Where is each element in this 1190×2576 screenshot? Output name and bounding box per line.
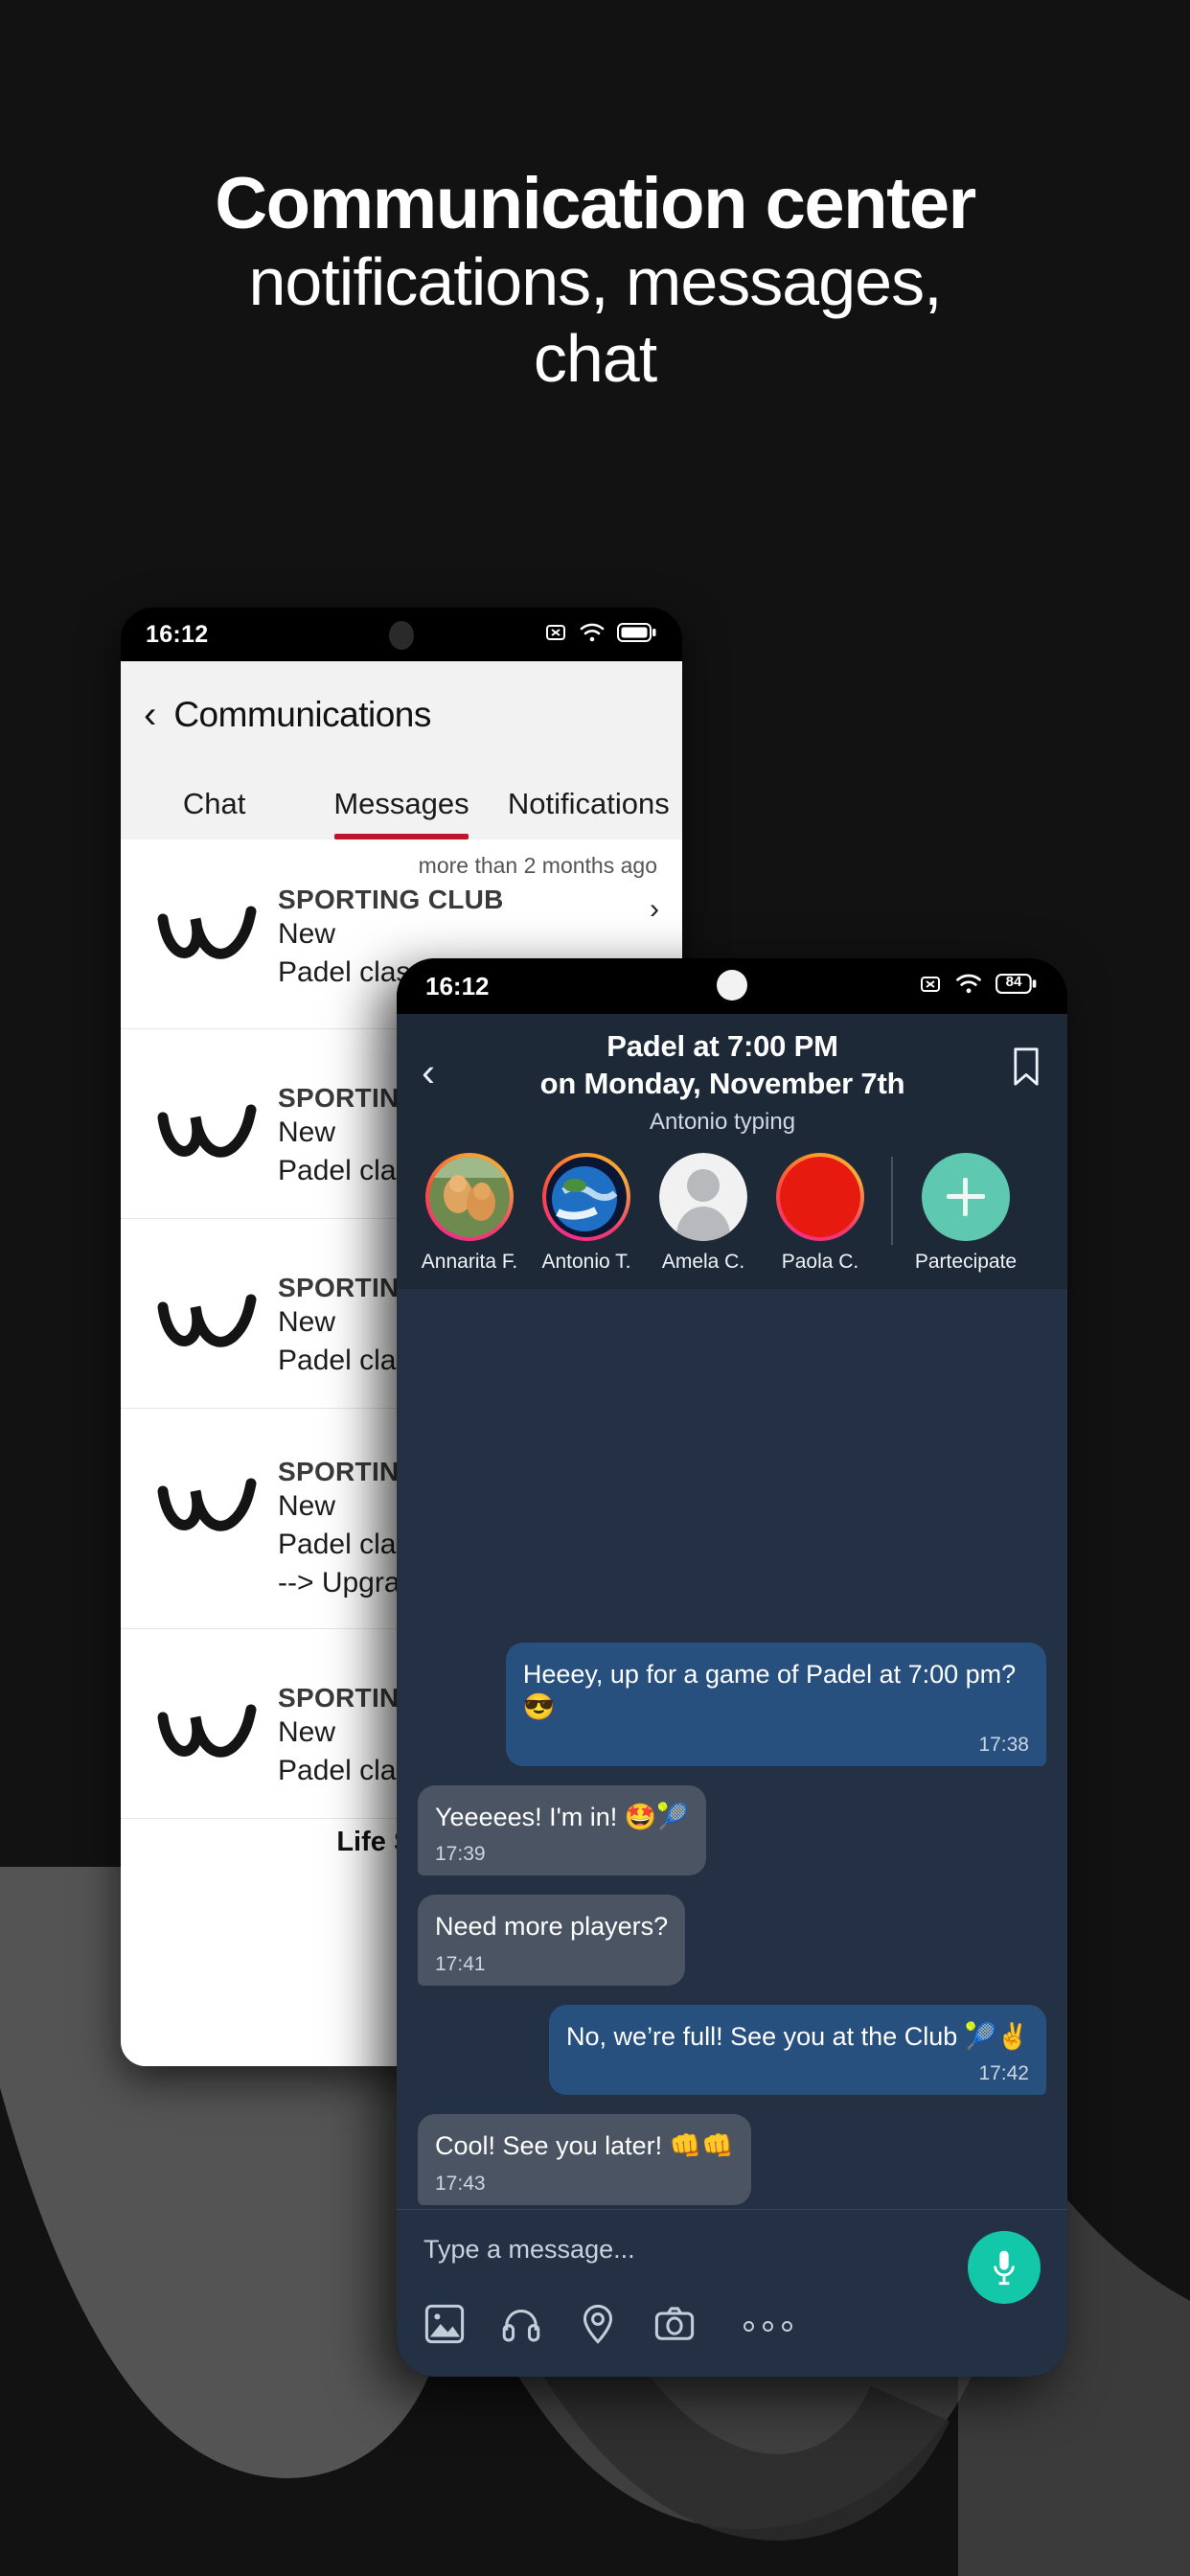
- sim-off-icon: [918, 973, 943, 1000]
- participant-name: Annarita F.: [421, 1250, 518, 1273]
- participant-annarita[interactable]: Annarita F.: [418, 1152, 521, 1274]
- message-text: Need more players?: [435, 1912, 669, 1942]
- back-button[interactable]: ‹: [422, 1052, 435, 1092]
- chevron-right-icon: ›: [650, 893, 659, 925]
- club-logo-icon: [146, 1681, 268, 1763]
- message-time: 17:43: [435, 2173, 486, 2195]
- participant-name: Antonio T.: [541, 1250, 631, 1273]
- back-button[interactable]: ‹: [144, 696, 156, 734]
- message-row: Cool! See you later! 👊👊 17:43: [418, 2114, 1046, 2205]
- club-logo-icon: [146, 1455, 268, 1537]
- sim-off-icon: [544, 621, 567, 649]
- tab-messages-label: Messages: [333, 787, 469, 820]
- image-icon[interactable]: [423, 2303, 466, 2350]
- avatar-ring: [659, 1152, 747, 1241]
- tab-bar: Chat Messages Notifications: [121, 769, 682, 840]
- message-row: No, we’re full! See you at the Club 🎾✌️ …: [418, 2004, 1046, 2096]
- status-time: 16:12: [425, 971, 490, 1000]
- location-pin-icon[interactable]: [577, 2303, 619, 2350]
- participant-paola[interactable]: Paola C.: [768, 1152, 872, 1274]
- tab-notifications-label: Notifications: [507, 787, 670, 820]
- screen-title: Communications: [173, 695, 431, 734]
- message-line-1: New: [278, 918, 336, 950]
- participant-name: Amela C.: [661, 1250, 745, 1273]
- battery-icon: 84: [995, 973, 1039, 1000]
- battery-level-text: 84: [1005, 974, 1022, 990]
- message-time: 17:38: [978, 1733, 1029, 1756]
- typing-status: Antonio typing: [649, 1108, 796, 1135]
- message-text: No, we’re full! See you at the Club 🎾✌️: [566, 2021, 1029, 2051]
- message-bubble-incoming[interactable]: Need more players? 17:41: [418, 1895, 686, 1986]
- promo-screenshot: Communication center notifications, mess…: [0, 0, 1190, 2576]
- participate-button[interactable]: Partecipate: [912, 1152, 1019, 1274]
- message-text: Yeeeees! I'm in! 🤩🎾: [435, 1802, 690, 1831]
- club-logo-icon: [146, 883, 268, 965]
- message-row: Yeeeees! I'm in! 🤩🎾 17:39: [418, 1784, 1046, 1876]
- participant-name: Paola C.: [781, 1250, 859, 1273]
- timestamp: more than 2 months ago: [418, 853, 657, 878]
- club-logo-icon: [146, 1081, 268, 1163]
- message-row: Need more players? 17:41: [418, 1895, 1046, 1986]
- message-text: Heeey, up for a game of Padel at 7:00 pm…: [522, 1659, 1017, 1722]
- phone-chat-detail: 16:12 84 ‹ Padel at 7:00 PM on Monday, N…: [397, 958, 1067, 2377]
- camera-notch: [717, 970, 747, 1000]
- headline-line-1: Communication center: [215, 163, 976, 244]
- participant-antonio[interactable]: Antonio T.: [535, 1152, 638, 1274]
- front-status-bar: 16:12 84: [397, 958, 1067, 1014]
- attachment-toolbar: [423, 2303, 1041, 2350]
- headline-line-3: chat: [533, 320, 657, 396]
- chat-header: ‹ Padel at 7:00 PM on Monday, November 7…: [397, 1014, 1067, 1136]
- chat-title-line-2: on Monday, November 7th: [539, 1067, 905, 1101]
- more-options-icon[interactable]: [744, 2321, 792, 2332]
- camera-notch: [389, 621, 414, 650]
- battery-icon: [617, 622, 657, 648]
- headline-line-2: notifications, messages,: [248, 244, 942, 320]
- message-text: Cool! See you later! 👊👊: [435, 2131, 734, 2161]
- club-name: SPORTING CLUB: [278, 885, 504, 914]
- message-bubble-incoming[interactable]: Cool! See you later! 👊👊 17:43: [418, 2114, 751, 2205]
- tab-chat[interactable]: Chat: [121, 769, 308, 840]
- message-time: 17:41: [435, 1952, 486, 1975]
- message-time: 17:39: [435, 1843, 486, 1866]
- message-bubble-outgoing[interactable]: No, we’re full! See you at the Club 🎾✌️ …: [549, 2004, 1046, 2096]
- chat-screen: ‹ Padel at 7:00 PM on Monday, November 7…: [397, 1014, 1067, 2377]
- message-time: 17:42: [978, 2062, 1029, 2085]
- message-input[interactable]: Type a message...: [423, 2235, 1041, 2265]
- message-thread[interactable]: Heeey, up for a game of Padel at 7:00 pm…: [397, 1288, 1067, 2209]
- chat-title-line-1: Padel at 7:00 PM: [606, 1029, 838, 1063]
- divider: [891, 1156, 893, 1245]
- bookmark-icon[interactable]: [1010, 1046, 1042, 1092]
- avatar: [780, 1156, 860, 1237]
- headphones-icon[interactable]: [500, 2303, 542, 2350]
- avatar: [429, 1156, 510, 1237]
- message-bubble-outgoing[interactable]: Heeey, up for a game of Padel at 7:00 pm…: [505, 1642, 1046, 1766]
- message-row: Heeey, up for a game of Padel at 7:00 pm…: [418, 1642, 1046, 1766]
- back-status-bar: 16:12 84: [121, 608, 682, 661]
- club-logo-icon: [146, 1271, 268, 1353]
- avatar: [546, 1156, 627, 1237]
- wifi-icon: [580, 622, 605, 648]
- participate-label: Partecipate: [914, 1250, 1018, 1273]
- back-app-bar: ‹ Communications: [121, 661, 682, 769]
- microphone-icon[interactable]: [968, 2231, 1041, 2304]
- message-bubble-incoming[interactable]: Yeeeees! I'm in! 🤩🎾 17:39: [418, 1784, 707, 1876]
- avatar-ring: [542, 1152, 630, 1241]
- plus-icon: [922, 1152, 1010, 1241]
- message-composer: Type a message...: [397, 2209, 1067, 2377]
- avatar-ring: [776, 1152, 864, 1241]
- status-time: 16:12: [146, 620, 209, 648]
- wifi-icon: [955, 973, 982, 1000]
- participant-amela[interactable]: Amela C.: [652, 1152, 755, 1274]
- page-title: Communication center notifications, mess…: [0, 163, 1190, 398]
- tab-notifications[interactable]: Notifications: [495, 769, 682, 840]
- tab-messages[interactable]: Messages: [308, 769, 494, 840]
- participants-row[interactable]: Annarita F. Antonio T. Amela C. Paola C.…: [397, 1136, 1067, 1289]
- camera-icon[interactable]: [653, 2303, 696, 2350]
- avatar: [659, 1152, 747, 1241]
- tab-chat-label: Chat: [182, 787, 246, 820]
- avatar-ring: [425, 1152, 514, 1241]
